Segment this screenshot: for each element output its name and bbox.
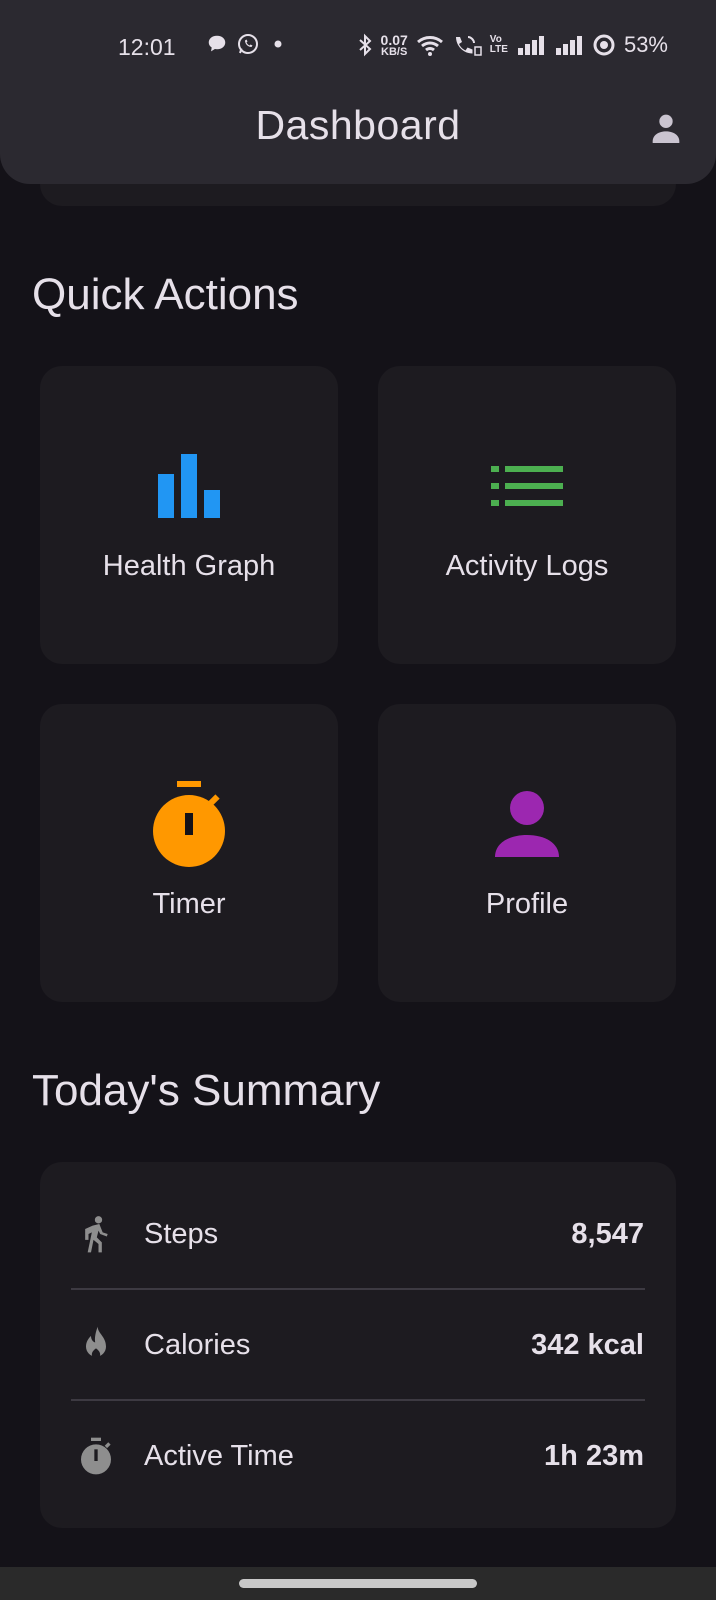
active-time-value: 1h 23m (544, 1440, 644, 1472)
list-icon (491, 466, 563, 506)
timer-tile[interactable]: Timer (40, 704, 338, 1002)
home-gesture-handle[interactable] (239, 1579, 477, 1588)
summary-card: Steps 8,547 Calories 342 kcal Active Tim… (40, 1162, 676, 1528)
summary-row-calories: Calories 342 kcal (40, 1315, 676, 1375)
calories-label: Calories (144, 1329, 251, 1361)
stopwatch-icon (81, 1437, 111, 1475)
account-icon (652, 114, 680, 143)
steps-value: 8,547 (571, 1218, 644, 1250)
wifi-icon (416, 36, 443, 56)
status-bar: 12:01 0.07 KB/S Vo LTE 53% (0, 28, 716, 64)
signal-icon-sim1 (517, 36, 544, 55)
summary-row-active-time: Active Time 1h 23m (40, 1426, 676, 1486)
app-bar: 12:01 0.07 KB/S Vo LTE 53% Dashboard (0, 0, 716, 184)
battery-percent: 53% (623, 32, 668, 57)
summary-title: Today's Summary (32, 1066, 381, 1115)
summary-divider (71, 1399, 645, 1401)
status-time: 12:01 (118, 34, 176, 60)
account-button[interactable] (646, 108, 686, 148)
network-speed-value: 0.07 (380, 31, 408, 48)
person-icon (495, 791, 559, 857)
calories-value: 342 kcal (531, 1329, 644, 1361)
wifi-call-icon (455, 36, 482, 56)
dot-icon (274, 40, 282, 48)
system-icons: 0.07 KB/S Vo LTE 53% (357, 32, 668, 58)
volte-bottom-text: LTE (489, 44, 508, 55)
network-speed: 0.07 KB/S (381, 33, 408, 58)
page-title: Dashboard (255, 102, 461, 148)
health-graph-tile[interactable]: Health Graph (40, 366, 338, 664)
signal-icon-sim2 (555, 36, 582, 55)
walking-icon (85, 1216, 108, 1253)
steps-label: Steps (144, 1218, 219, 1250)
activity-logs-tile[interactable]: Activity Logs (378, 366, 676, 664)
volte-indicator: Vo LTE (490, 35, 508, 55)
flame-icon (86, 1326, 106, 1359)
bar-chart-icon (158, 454, 220, 518)
battery-ring-icon (593, 34, 615, 56)
summary-row-steps: Steps 8,547 (40, 1204, 676, 1264)
bluetooth-icon (358, 33, 371, 57)
quick-actions-title: Quick Actions (32, 270, 299, 319)
network-speed-unit: KB/S (381, 45, 408, 58)
timer-icon (153, 781, 225, 867)
activity-logs-label: Activity Logs (445, 550, 609, 582)
message-icon (208, 35, 226, 52)
notification-icons (206, 32, 288, 56)
active-time-label: Active Time (144, 1440, 294, 1472)
navigation-bar (0, 1567, 716, 1600)
whatsapp-icon (238, 34, 258, 54)
health-graph-label: Health Graph (102, 550, 276, 582)
profile-tile[interactable]: Profile (378, 704, 676, 1002)
summary-divider (71, 1288, 645, 1290)
timer-label: Timer (152, 888, 226, 920)
profile-label: Profile (485, 888, 569, 920)
